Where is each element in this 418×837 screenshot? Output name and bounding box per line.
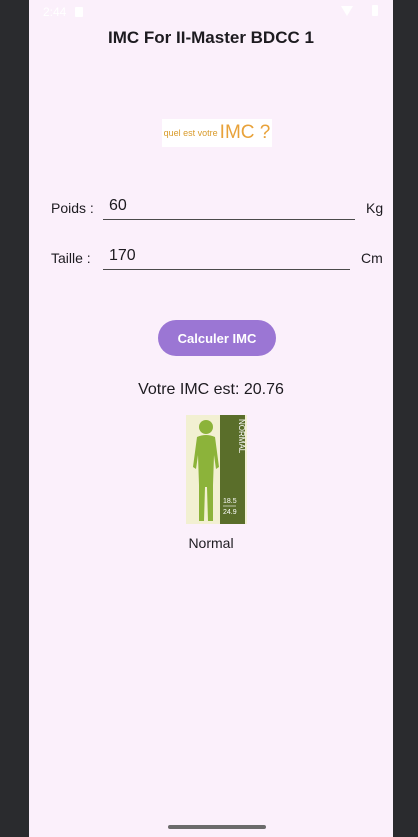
gesture-nav-handle[interactable] xyxy=(168,825,266,829)
body-silhouette-icon: NORMAL 18.5 24.9 xyxy=(186,415,247,524)
status-bar: 2:44 xyxy=(29,0,393,26)
logo-small-text: quel est votre xyxy=(163,128,218,138)
wifi-icon xyxy=(341,6,353,16)
range-high-text: 24.9 xyxy=(223,509,237,516)
battery-icon xyxy=(372,5,378,16)
calculate-bmi-button[interactable]: Calculer IMC xyxy=(158,320,276,356)
bmi-category-label: Normal xyxy=(188,535,234,551)
bmi-logo-image: quel est votre IMC ? xyxy=(162,119,272,147)
height-unit: Cm xyxy=(361,250,383,266)
bmi-result-text: Votre IMC est: 20.76 xyxy=(138,381,284,398)
vertical-category-text: NORMAL xyxy=(237,419,246,454)
logo-big-text: IMC ? xyxy=(219,122,271,143)
sd-card-icon xyxy=(75,7,83,17)
height-label: Taille : xyxy=(51,250,91,266)
height-input[interactable]: 170 xyxy=(103,244,350,270)
app-title: IMC For II-Master BDCC 1 xyxy=(108,28,314,47)
weight-input[interactable]: 60 xyxy=(103,194,355,220)
weight-label: Poids : xyxy=(51,200,94,216)
bmi-category-image: NORMAL 18.5 24.9 xyxy=(186,415,247,524)
status-time: 2:44 xyxy=(43,5,67,19)
weight-unit: Kg xyxy=(366,200,384,216)
range-low-text: 18.5 xyxy=(223,498,237,505)
phone-screen: 2:44 IMC For II-Master BDCC 1 quel est v… xyxy=(29,0,393,837)
